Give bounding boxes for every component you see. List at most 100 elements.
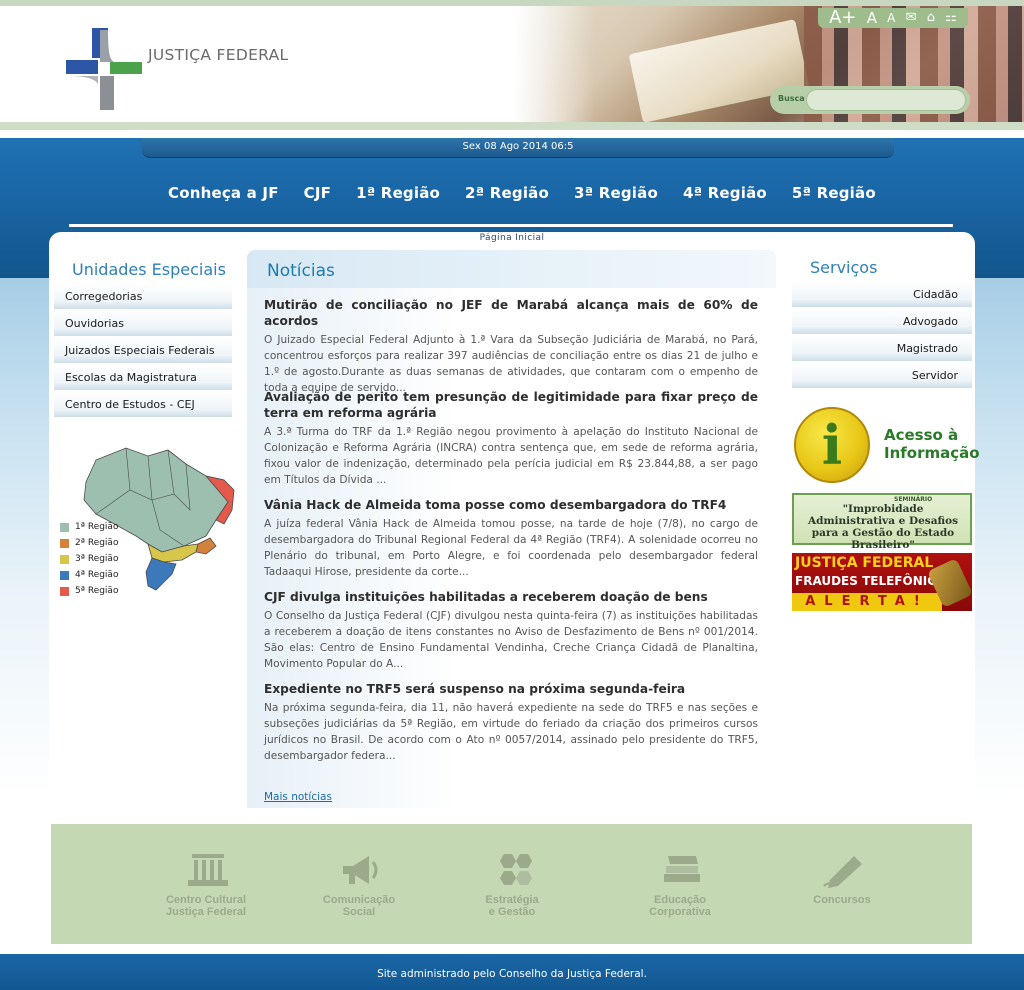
building-icon bbox=[188, 854, 228, 886]
news-title: Notícias bbox=[267, 261, 335, 281]
footer: Site administrado pelo Conselho da Justi… bbox=[0, 954, 1024, 990]
legend-swatch-2 bbox=[60, 538, 69, 548]
label-line2: Corporativa bbox=[649, 906, 711, 918]
sidebar-item-escolas[interactable]: Escolas da Magistratura bbox=[54, 365, 232, 392]
header-divider bbox=[0, 122, 1024, 130]
news-summary: Na próxima segunda-feira, dia 11, não ha… bbox=[264, 702, 758, 762]
acesso-line1: Acesso à bbox=[884, 426, 959, 444]
map-regiao-4 bbox=[145, 557, 177, 591]
acesso-line2: Informação bbox=[884, 444, 980, 462]
improbidade-seminar-banner[interactable]: SEMINÁRIO "Improbidade Administrativa e … bbox=[792, 493, 972, 551]
more-news-link[interactable]: Mais notícias bbox=[264, 791, 332, 803]
seminar-label: SEMINÁRIO bbox=[894, 496, 933, 503]
news-item: Expediente no TRF5 será suspenso na próx… bbox=[264, 681, 758, 764]
mail-icon[interactable]: ✉ bbox=[906, 9, 917, 27]
label-line1: Educação bbox=[654, 894, 706, 906]
home-icon[interactable]: ⌂ bbox=[927, 9, 935, 27]
footer-links-panel: Centro Cultural Justiça Federal Comunica… bbox=[51, 824, 972, 944]
search-label: Busca bbox=[778, 94, 805, 103]
megaphone-icon bbox=[343, 856, 378, 884]
servico-cidadao[interactable]: Cidadão bbox=[792, 282, 972, 309]
search-box: Busca bbox=[770, 86, 970, 114]
label-line1: Concursos bbox=[813, 894, 871, 906]
news-headline[interactable]: Expediente no TRF5 será suspenso na próx… bbox=[264, 681, 758, 697]
unidades-especiais-list: Corregedorias Ouvidorias Juizados Especi… bbox=[54, 284, 232, 419]
fraud-title: JUSTIÇA FEDERAL bbox=[795, 555, 934, 571]
photo-fade bbox=[514, 6, 594, 122]
label-line2: Justiça Federal bbox=[165, 906, 247, 918]
fraudes-telefonicas-banner[interactable]: JUSTIÇA FEDERAL FRAUDES TELEFÔNICAS ALER… bbox=[792, 553, 973, 611]
label-line1: Comunicação bbox=[322, 894, 396, 906]
legend-item: 1ª Região bbox=[60, 519, 118, 535]
legend-item: 2ª Região bbox=[60, 535, 118, 551]
search-input[interactable] bbox=[806, 89, 966, 111]
legend-item: 4ª Região bbox=[60, 567, 118, 583]
footer-text: Site administrado pelo Conselho da Justi… bbox=[377, 968, 647, 980]
main-nav: Conheça a JF CJF 1ª Região 2ª Região 3ª … bbox=[168, 184, 876, 204]
footer-link-label: Estratégia e Gestão bbox=[447, 894, 577, 918]
legend-swatch-4 bbox=[60, 570, 69, 580]
footer-link-label: Centro Cultural Justiça Federal bbox=[141, 894, 271, 918]
seminar-title: "Improbidade Administrativa e Desafios p… bbox=[807, 503, 959, 551]
legend-label: 4ª Região bbox=[75, 570, 119, 580]
map-legend: 1ª Região 2ª Região 3ª Região 4ª Região … bbox=[60, 519, 118, 599]
pencil-icon bbox=[823, 856, 862, 888]
font-decrease-icon[interactable]: A bbox=[887, 9, 895, 27]
nav-regiao-1[interactable]: 1ª Região bbox=[356, 184, 440, 204]
accessibility-tools: A+ A A ✉ ⌂ ⚏ bbox=[818, 8, 968, 28]
footer-link-label: Educação Corporativa bbox=[615, 894, 745, 918]
news-summary: A juíza federal Vânia Hack de Almeida to… bbox=[264, 518, 758, 578]
map-regiao-2 bbox=[195, 537, 217, 555]
news-headline[interactable]: CJF divulga instituições habilitadas a r… bbox=[264, 589, 758, 605]
fraud-alert: ALERTA! bbox=[792, 593, 942, 611]
nav-regiao-2[interactable]: 2ª Região bbox=[465, 184, 549, 204]
legend-swatch-5 bbox=[60, 586, 69, 596]
breadcrumb[interactable]: Página Inicial bbox=[0, 233, 1024, 243]
news-item: Vânia Hack de Almeida toma posse como de… bbox=[264, 497, 758, 580]
info-icon: i bbox=[794, 407, 870, 483]
servico-servidor[interactable]: Servidor bbox=[792, 363, 972, 390]
sidebar-item-juizados[interactable]: Juizados Especiais Federais bbox=[54, 338, 232, 365]
font-reset-icon[interactable]: A bbox=[867, 9, 877, 27]
footer-link-label: Comunicação Social bbox=[294, 894, 424, 918]
nav-regiao-3[interactable]: 3ª Região bbox=[574, 184, 658, 204]
news-headline[interactable]: Vânia Hack de Almeida toma posse como de… bbox=[264, 497, 758, 513]
legend-label: 1ª Região bbox=[75, 522, 119, 532]
logo[interactable]: JUSTIÇA FEDERAL bbox=[64, 24, 304, 114]
sitemap-icon[interactable]: ⚏ bbox=[945, 9, 957, 27]
nav-divider bbox=[69, 224, 953, 227]
label-line1: Centro Cultural bbox=[165, 894, 247, 906]
news-item: Mutirão de conciliação no JEF de Marabá … bbox=[264, 297, 758, 396]
hexagons-icon bbox=[500, 854, 532, 885]
date-bar: Sex 08 Ago 2014 06:5 bbox=[142, 138, 894, 158]
nav-cjf[interactable]: CJF bbox=[304, 184, 331, 204]
legend-label: 5ª Região bbox=[75, 586, 119, 596]
legend-label: 3ª Região bbox=[75, 554, 119, 564]
nav-regiao-5[interactable]: 5ª Região bbox=[792, 184, 876, 204]
logo-icon bbox=[66, 28, 142, 110]
sidebar-item-ouvidorias[interactable]: Ouvidorias bbox=[54, 311, 232, 338]
legend-item: 3ª Região bbox=[60, 551, 118, 567]
label-line2: Social bbox=[342, 906, 376, 918]
unidades-especiais-title: Unidades Especiais bbox=[72, 260, 226, 279]
servico-magistrado[interactable]: Magistrado bbox=[792, 336, 972, 363]
acesso-informacao-banner[interactable]: i Acesso à Informação bbox=[792, 404, 980, 486]
servico-advogado[interactable]: Advogado bbox=[792, 309, 972, 336]
sidebar-item-cej[interactable]: Centro de Estudos - CEJ bbox=[54, 392, 232, 419]
news-headline[interactable]: Avaliação de perito tem presunção de leg… bbox=[264, 389, 758, 421]
sidebar-item-corregedorias[interactable]: Corregedorias bbox=[54, 284, 232, 311]
label-line1: Estratégia bbox=[485, 894, 539, 906]
news-summary: O Juizado Especial Federal Adjunto à 1.ª… bbox=[264, 334, 758, 394]
nav-regiao-4[interactable]: 4ª Região bbox=[683, 184, 767, 204]
nav-conheca-jf[interactable]: Conheça a JF bbox=[168, 184, 279, 204]
news-headline[interactable]: Mutirão de conciliação no JEF de Marabá … bbox=[264, 297, 758, 329]
news-item: Avaliação de perito tem presunção de leg… bbox=[264, 389, 758, 488]
news-summary: A 3.ª Turma do TRF da 1.ª Região negou p… bbox=[264, 426, 758, 486]
news-summary: O Conselho da Justiça Federal (CJF) divu… bbox=[264, 610, 758, 670]
acesso-informacao-text: Acesso à Informação bbox=[884, 426, 980, 462]
footer-link-label: Concursos bbox=[777, 894, 907, 906]
label-line2: e Gestão bbox=[488, 906, 536, 918]
news-item: CJF divulga instituições habilitadas a r… bbox=[264, 589, 758, 672]
font-increase-icon[interactable]: A+ bbox=[829, 9, 856, 27]
legend-swatch-1 bbox=[60, 522, 69, 532]
